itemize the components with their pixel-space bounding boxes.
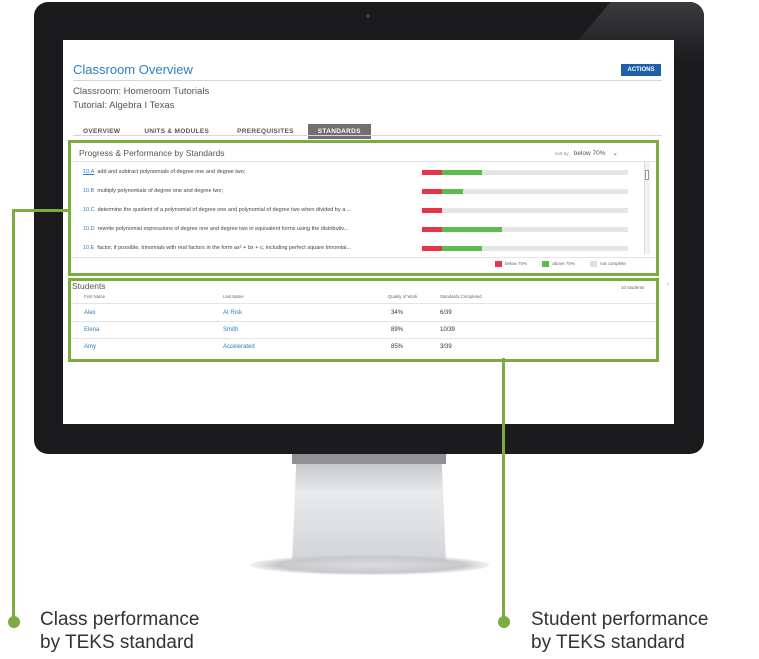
monitor-stand-joint xyxy=(292,454,446,464)
student-quality: 34% xyxy=(391,310,404,316)
tab-units-modules[interactable]: UNITS & MODULES xyxy=(130,124,223,139)
student-first-name[interactable]: Alex xyxy=(84,310,96,316)
standard-row[interactable]: 10.B multiply polynomials of degree one a… xyxy=(83,188,223,194)
standards-title: Progress & Performance by Standards xyxy=(79,148,225,158)
standard-code[interactable]: 10.A xyxy=(83,169,94,175)
col-first-name[interactable]: First Name xyxy=(84,294,105,299)
caption-right-line1: Student performance xyxy=(531,609,709,630)
standard-text: multiply polynomials of degree one and d… xyxy=(97,188,223,194)
student-quality: 85% xyxy=(391,344,404,350)
standard-row[interactable]: 10.E factor, if possible, trinomials with… xyxy=(83,245,351,251)
monitor-screen: Classroom Overview ACTIONS Classroom: Ho… xyxy=(63,40,674,424)
standard-code[interactable]: 10.C xyxy=(83,207,95,213)
classroom-label: Classroom: Homeroom Tutorials xyxy=(73,86,210,97)
callout-dot-left xyxy=(8,616,20,628)
tab-divider xyxy=(73,135,662,136)
callout-dot-right xyxy=(498,616,510,628)
below-segment xyxy=(422,227,442,232)
caption-left-line1: Class performance xyxy=(40,609,200,630)
standards-panel: Progress & Performance by Standards sort… xyxy=(68,140,659,276)
legend-above: above 70% xyxy=(552,261,575,267)
progress-bar xyxy=(422,189,628,194)
student-completed: 6/39 xyxy=(440,310,452,316)
below-segment xyxy=(422,189,442,194)
not-complete-swatch xyxy=(590,261,598,267)
student-quality: 89% xyxy=(391,327,404,333)
student-first-name[interactable]: Elena xyxy=(84,327,99,333)
standard-row[interactable]: 10.C determine the quotient of a polynomi… xyxy=(83,207,351,213)
below-segment xyxy=(422,170,442,175)
chevron-down-icon: ⌄ xyxy=(612,150,618,157)
above-segment xyxy=(441,227,502,232)
sort-value: below 70% xyxy=(573,150,606,157)
above-segment xyxy=(441,246,483,251)
sort-label: sort by: xyxy=(555,151,570,156)
student-completed: 10/39 xyxy=(440,327,456,333)
table-row-divider xyxy=(71,321,656,322)
progress-bar xyxy=(422,208,628,213)
student-completed: 3/39 xyxy=(440,344,452,350)
standard-text: add and subtract polynomials of degree o… xyxy=(97,169,246,175)
caption-student-performance: Student performance by TEKS standard xyxy=(531,608,708,654)
col-quality[interactable]: Quality of Work xyxy=(388,294,417,299)
below-swatch xyxy=(495,261,502,267)
callout-line-right-vertical xyxy=(502,358,505,622)
standard-text: factor, if possible, trinomials with rea… xyxy=(97,245,352,251)
student-first-name[interactable]: Amy xyxy=(84,344,96,350)
below-segment xyxy=(422,208,442,213)
above-segment xyxy=(441,170,483,175)
caption-right-line2: by TEKS standard xyxy=(531,632,685,653)
standard-text: rewrite polynomial expressions of degree… xyxy=(97,226,349,232)
standard-code[interactable]: 10.B xyxy=(83,188,94,194)
tab-prerequisites[interactable]: PREREQUISITES xyxy=(223,124,308,139)
caption-class-performance: Class performance by TEKS standard xyxy=(40,608,199,654)
legend-divider xyxy=(71,257,656,258)
student-last-name[interactable]: At Risk xyxy=(223,310,242,316)
table-row-divider xyxy=(71,338,656,339)
progress-bar xyxy=(422,170,628,175)
tutorial-label: Tutorial: Algebra I Texas xyxy=(73,100,175,111)
callout-line-left-vertical xyxy=(12,209,15,621)
legend-not-complete: not complete xyxy=(600,261,626,267)
tab-standards[interactable]: STANDARDS xyxy=(307,124,371,139)
tab-bar: OVERVIEW UNITS & MODULES PREREQUISITES STAN… xyxy=(73,120,371,139)
chevron-right-icon[interactable]: › xyxy=(667,282,669,288)
progress-bar xyxy=(422,227,628,232)
below-segment xyxy=(422,246,442,251)
progress-bar xyxy=(422,246,628,251)
students-panel: First Name Last Name Quality of Work Sta… xyxy=(68,278,659,362)
callout-line-left-horizontal xyxy=(12,209,70,212)
monitor-stand-base xyxy=(250,555,490,575)
caption-left-line2: by TEKS standard xyxy=(40,632,194,653)
standard-row[interactable]: 10.A add and subtract polynomials of degr… xyxy=(83,169,245,175)
page-title: Classroom Overview xyxy=(73,62,193,77)
col-standards-completed[interactable]: Standards Completed xyxy=(440,294,482,299)
student-last-name[interactable]: Smith xyxy=(223,327,238,333)
sort-dropdown[interactable]: sort by: below 70% ⌄ xyxy=(555,149,618,157)
legend: below 70% above 70% not complete xyxy=(495,261,626,267)
legend-below: below 70% xyxy=(505,261,528,267)
standard-text: determine the quotient of a polynomial o… xyxy=(97,207,352,213)
above-segment xyxy=(441,189,463,194)
monitor-stand-neck xyxy=(292,454,446,562)
title-divider xyxy=(73,80,662,81)
standard-row[interactable]: 10.D rewrite polynomial expressions of de… xyxy=(83,226,348,232)
standards-scrollbar[interactable] xyxy=(644,162,650,254)
tab-overview[interactable]: OVERVIEW xyxy=(73,124,130,139)
standards-header-divider xyxy=(71,161,656,162)
actions-button[interactable]: ACTIONS xyxy=(621,64,661,76)
col-last-name[interactable]: Last Name xyxy=(223,294,244,299)
above-swatch xyxy=(542,261,550,267)
standard-code[interactable]: 10.D xyxy=(83,226,95,232)
students-header-divider xyxy=(71,303,656,304)
camera-icon xyxy=(366,14,370,18)
standard-code[interactable]: 10.E xyxy=(83,245,94,251)
student-last-name[interactable]: Accelerated xyxy=(223,344,255,350)
scrollbar-thumb[interactable] xyxy=(645,170,649,180)
